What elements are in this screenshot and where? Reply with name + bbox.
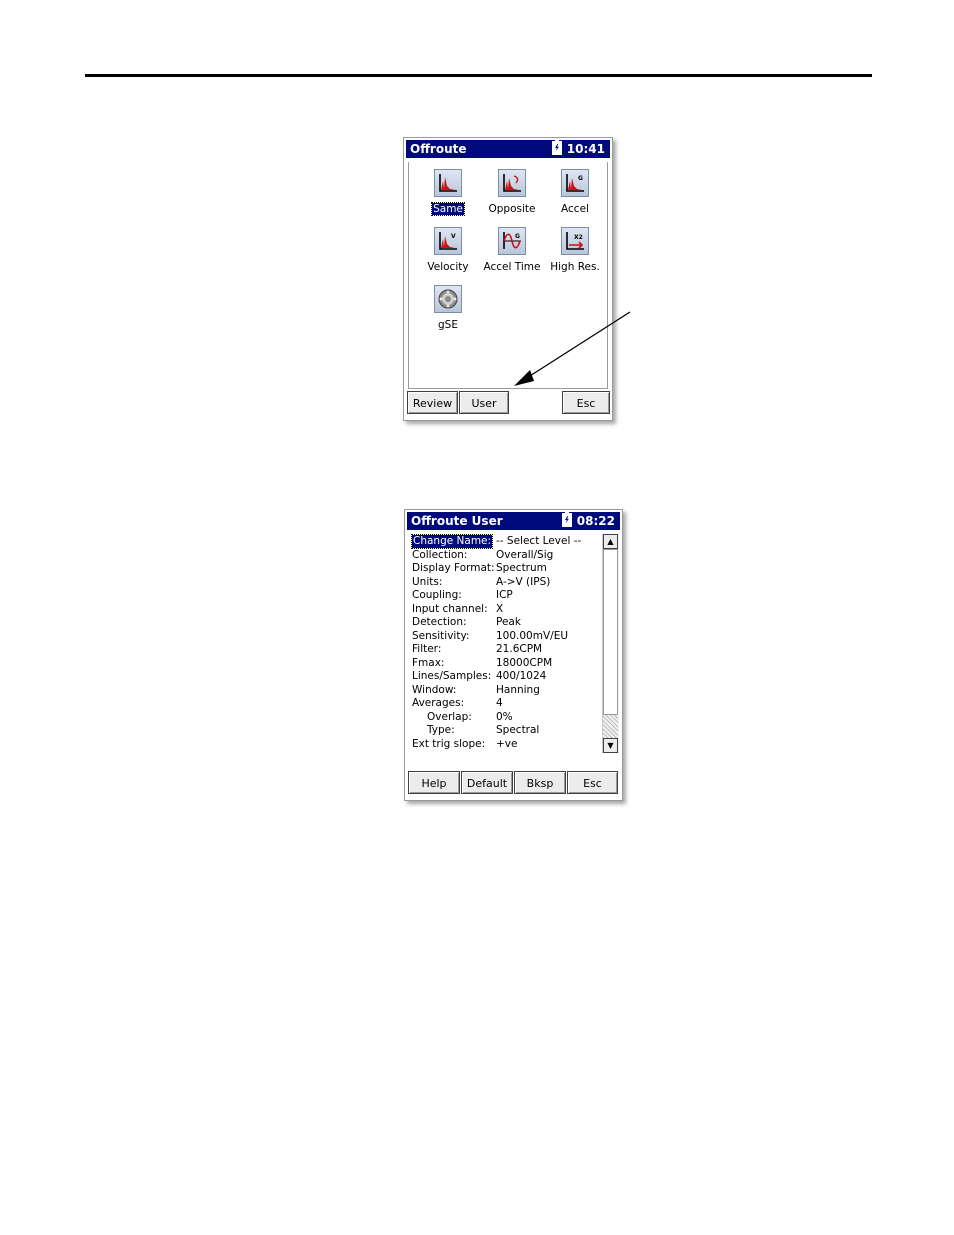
list-item[interactable]: Detection: Peak	[412, 616, 602, 629]
list-item[interactable]: Sensitivity: 100.00mV/EU	[412, 630, 602, 643]
offroute-user-window: Offroute User 08:22 Change Name: -- Selec…	[404, 509, 623, 801]
backspace-button[interactable]: Bksp	[514, 771, 566, 794]
offroute-user-titlebar: Offroute User 08:22	[407, 511, 620, 530]
setting-value: Spectrum	[496, 562, 547, 574]
setting-value: Overall/Sig	[496, 548, 554, 561]
setting-value: Peak	[496, 616, 521, 628]
list-item[interactable]: Ext trig slope: +ve	[412, 738, 602, 751]
setting-key: Display Format:	[412, 562, 495, 574]
setting-value: 4	[496, 697, 503, 709]
setting-key: Window:	[412, 683, 457, 696]
list-item[interactable]: Coupling: ICP	[412, 589, 602, 602]
setting-value: 100.00mV/EU	[496, 629, 569, 642]
setting-value: Spectral	[496, 724, 540, 736]
scroll-down-button[interactable]: ▼	[603, 738, 618, 753]
list-item[interactable]: Type: Spectral	[412, 724, 602, 737]
vertical-scrollbar[interactable]: ▲ ▼	[602, 534, 619, 753]
scroll-up-button[interactable]: ▲	[603, 534, 618, 549]
battery-icon	[561, 511, 572, 527]
default-button[interactable]: Default	[461, 771, 513, 794]
list-item[interactable]: Window: Hanning	[412, 684, 602, 697]
clock: 08:22	[561, 511, 615, 530]
setting-key: Units:	[412, 575, 443, 588]
esc-button[interactable]: Esc	[567, 771, 618, 794]
setting-value: X	[496, 602, 504, 615]
list-item[interactable]: Display Format: Spectrum	[412, 562, 602, 575]
list-item[interactable]: Fmax: 18000CPM	[412, 657, 602, 670]
list-item[interactable]: Averages: 4	[412, 697, 602, 710]
setting-value: +ve	[496, 737, 518, 750]
settings-list[interactable]: Change Name: -- Select Level -- Collectio…	[409, 534, 619, 768]
list-item[interactable]: Filter: 21.6CPM	[412, 643, 602, 656]
setting-value: A->V (IPS)	[496, 575, 551, 588]
time-display: 08:22	[576, 514, 615, 528]
list-item[interactable]: Input channel: X	[412, 603, 602, 616]
setting-key: Averages:	[412, 697, 465, 709]
setting-key: Ext trig slope:	[412, 737, 486, 750]
setting-value: 21.6CPM	[496, 643, 543, 655]
scroll-track[interactable]	[603, 715, 618, 738]
window-title: Offroute User	[411, 514, 503, 528]
list-item[interactable]: Lines/Samples: 400/1024	[412, 670, 602, 683]
setting-key: Fmax:	[412, 656, 445, 669]
list-item[interactable]: Collection: Overall/Sig	[412, 549, 602, 562]
setting-key: Type:	[427, 724, 455, 736]
setting-key: Coupling:	[412, 589, 462, 601]
setting-value: 0%	[496, 710, 513, 723]
setting-value: -- Select Level --	[496, 535, 582, 547]
setting-key: Input channel:	[412, 602, 488, 615]
setting-key: Filter:	[412, 643, 442, 655]
setting-key: Collection:	[412, 548, 468, 561]
setting-value: Hanning	[496, 683, 540, 696]
setting-key: Sensitivity:	[412, 629, 470, 642]
list-item[interactable]: Overlap: 0%	[412, 711, 602, 724]
setting-value: ICP	[496, 589, 513, 601]
setting-value: 18000CPM	[496, 656, 553, 669]
setting-key: Overlap:	[427, 710, 472, 723]
setting-value: 400/1024	[496, 670, 547, 682]
list-item[interactable]: Change Name: -- Select Level --	[410, 534, 602, 549]
setting-key: Change Name:	[410, 534, 494, 549]
setting-key: Detection:	[412, 616, 467, 628]
setting-key: Lines/Samples:	[412, 670, 492, 682]
scroll-thumb[interactable]	[603, 549, 618, 715]
list-item[interactable]: Units: A->V (IPS)	[412, 576, 602, 589]
help-button[interactable]: Help	[408, 771, 460, 794]
